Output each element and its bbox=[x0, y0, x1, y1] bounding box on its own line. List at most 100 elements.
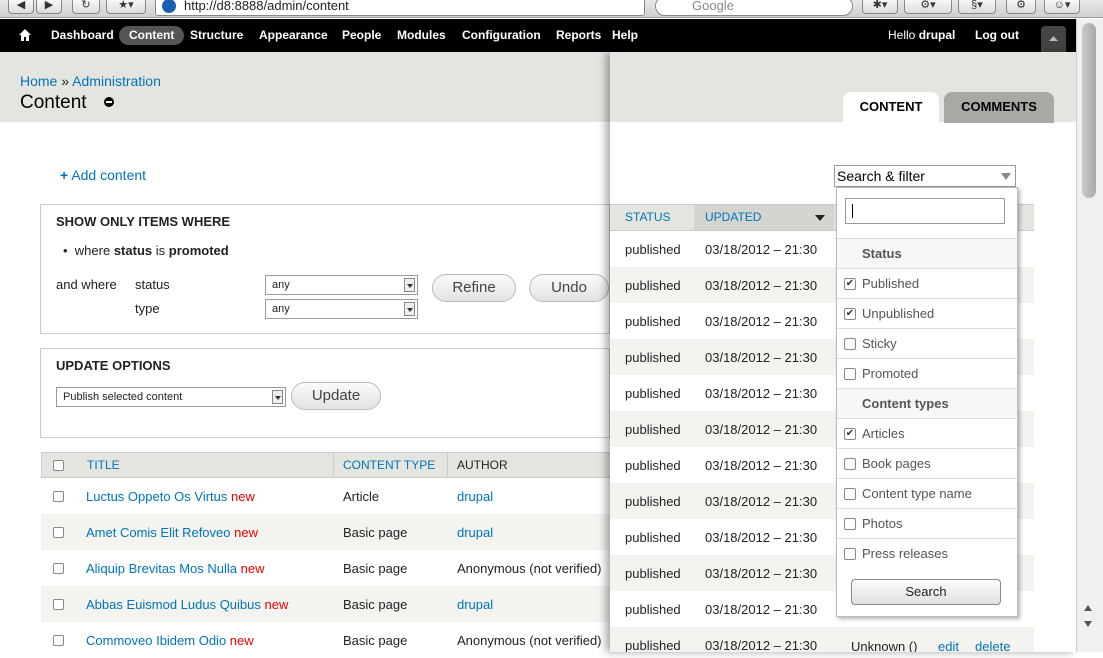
refine-button[interactable]: Refine bbox=[432, 274, 516, 302]
logout-link[interactable]: Log out bbox=[975, 26, 1019, 45]
bookmark-star-icon[interactable]: ★▾ bbox=[106, 0, 146, 14]
filter-option-label: Sticky bbox=[862, 336, 897, 351]
toolbar-appearance[interactable]: Appearance bbox=[259, 26, 328, 45]
row-updated: 03/18/2012 – 21:30 bbox=[705, 566, 818, 581]
toolbar-modules[interactable]: Modules bbox=[397, 26, 446, 45]
url-bar[interactable]: http://d8:8888/admin/content bbox=[155, 0, 645, 16]
content-types-group-heading: Content types bbox=[837, 388, 1017, 418]
row-checkbox[interactable] bbox=[53, 563, 64, 574]
row-status: published bbox=[625, 566, 681, 581]
tab-comments[interactable]: COMMENTS bbox=[944, 92, 1054, 123]
shortcuts-toggle[interactable] bbox=[1041, 26, 1066, 52]
undo-button[interactable]: Undo bbox=[529, 274, 609, 302]
plus-icon: + bbox=[60, 167, 69, 183]
row-title-link[interactable]: Amet Comis Elit Refoveo bbox=[86, 525, 231, 540]
row-title-link[interactable]: Aliquip Brevitas Mos Nulla bbox=[86, 561, 237, 576]
back-button[interactable]: ◀ bbox=[8, 0, 34, 14]
row-title-link[interactable]: Abbas Euismod Ludus Quibus bbox=[86, 597, 261, 612]
toolbar-configuration[interactable]: Configuration bbox=[462, 26, 541, 45]
row-edit-link[interactable]: edit bbox=[938, 639, 959, 652]
row-checkbox[interactable] bbox=[53, 527, 64, 538]
checkbox-icon[interactable] bbox=[844, 458, 856, 470]
remove-shortcut-icon[interactable] bbox=[104, 97, 114, 107]
updated-column-header[interactable]: UPDATED bbox=[705, 210, 761, 224]
row-updated: 03/18/2012 – 21:30 bbox=[705, 638, 818, 652]
home-icon[interactable] bbox=[18, 28, 32, 42]
breadcrumb-home[interactable]: Home bbox=[20, 73, 57, 89]
select-all-checkbox[interactable] bbox=[53, 460, 64, 471]
status-column-header[interactable]: STATUS bbox=[625, 210, 671, 224]
type-filter-label: type bbox=[135, 301, 160, 316]
row-content-type: Basic page bbox=[343, 597, 408, 612]
filter-option-label: Press releases bbox=[862, 546, 948, 561]
row-author-link[interactable]: drupal bbox=[457, 525, 493, 540]
search-button[interactable]: Search bbox=[851, 579, 1001, 605]
reload-button[interactable]: ↻ bbox=[72, 0, 100, 14]
forward-button[interactable]: ▶ bbox=[36, 0, 62, 14]
scroll-down-icon[interactable] bbox=[1084, 621, 1092, 627]
new-marker: new bbox=[229, 633, 254, 648]
toolbar-structure[interactable]: Structure bbox=[190, 26, 243, 45]
checkbox-icon[interactable] bbox=[844, 368, 856, 380]
checkbox-checked-icon[interactable]: ✔ bbox=[844, 428, 856, 440]
row-checkbox[interactable] bbox=[53, 599, 64, 610]
filter-option-label: Content type name bbox=[862, 486, 972, 501]
profile-icon[interactable]: ☺▾ bbox=[1044, 0, 1080, 14]
filter-option-press-releases[interactable]: Press releases bbox=[837, 538, 1017, 568]
page-scrollbar[interactable] bbox=[1076, 19, 1103, 652]
row-author-link[interactable]: drupal bbox=[457, 489, 493, 504]
add-content-label[interactable]: Add content bbox=[71, 167, 146, 183]
title-column-header[interactable]: TITLE bbox=[87, 458, 120, 472]
filter-option-articles[interactable]: ✔ Articles bbox=[837, 418, 1017, 448]
row-delete-link[interactable]: delete bbox=[975, 639, 1010, 652]
search-filter-select[interactable]: Search & filter bbox=[834, 165, 1016, 187]
scroll-up-icon[interactable] bbox=[1084, 605, 1092, 611]
toolbar-people[interactable]: People bbox=[342, 26, 381, 45]
checkbox-icon[interactable] bbox=[844, 548, 856, 560]
filter-option-book-pages[interactable]: Book pages bbox=[837, 448, 1017, 478]
developer-tools-icon[interactable]: ⚙▾ bbox=[904, 0, 952, 14]
row-title-link[interactable]: Luctus Oppeto Os Virtus bbox=[86, 489, 227, 504]
checkbox-icon[interactable] bbox=[844, 488, 856, 500]
status-filter-select[interactable]: any bbox=[265, 275, 418, 295]
update-button[interactable]: Update bbox=[291, 382, 381, 410]
toolbar-extension-icon[interactable]: ✱▾ bbox=[862, 0, 898, 14]
filter-option-label: Articles bbox=[862, 426, 905, 441]
checkbox-checked-icon[interactable]: ✔ bbox=[844, 308, 856, 320]
toolbar-reports[interactable]: Reports bbox=[556, 26, 601, 45]
and-where-label: and where bbox=[56, 277, 117, 292]
row-content-type: Article bbox=[343, 489, 380, 504]
search-filter-input[interactable] bbox=[845, 198, 1005, 224]
scrollbar-thumb[interactable] bbox=[1082, 23, 1096, 198]
current-filter-field: status bbox=[113, 243, 153, 258]
filter-option-unpublished[interactable]: ✔ Unpublished bbox=[837, 298, 1017, 328]
checkbox-checked-icon[interactable]: ✔ bbox=[844, 278, 856, 290]
add-content-link[interactable]: + Add content bbox=[60, 167, 146, 183]
breadcrumb-administration[interactable]: Administration bbox=[72, 73, 161, 89]
filter-option-promoted[interactable]: Promoted bbox=[837, 358, 1017, 388]
style-tools-icon[interactable]: §▾ bbox=[958, 0, 996, 14]
greeting-username[interactable]: drupal bbox=[919, 28, 956, 42]
toolbar-content[interactable]: Content bbox=[119, 26, 185, 45]
row-checkbox[interactable] bbox=[53, 635, 64, 646]
filter-option-sticky[interactable]: Sticky bbox=[837, 328, 1017, 358]
update-operation-select[interactable]: Publish selected content bbox=[56, 387, 286, 407]
addon-icon[interactable]: ⚙ bbox=[1006, 0, 1036, 14]
new-marker: new bbox=[240, 561, 265, 576]
toolbar-help[interactable]: Help bbox=[612, 26, 638, 45]
toolbar-dashboard[interactable]: Dashboard bbox=[51, 26, 114, 45]
row-author-link[interactable]: drupal bbox=[457, 597, 493, 612]
row-checkbox[interactable] bbox=[53, 491, 64, 502]
filter-option-photos[interactable]: Photos bbox=[837, 508, 1017, 538]
table-row: Amet Comis Elit Refoveo new Basic page d… bbox=[41, 514, 611, 550]
content-type-column-header[interactable]: CONTENT TYPE bbox=[343, 458, 435, 472]
browser-search-input[interactable]: Google bbox=[655, 0, 853, 16]
checkbox-icon[interactable] bbox=[844, 518, 856, 530]
checkbox-icon[interactable] bbox=[844, 338, 856, 350]
type-filter-select[interactable]: any bbox=[265, 299, 418, 319]
filter-option-content-type-name[interactable]: Content type name bbox=[837, 478, 1017, 508]
row-title-link[interactable]: Commoveo Ibidem Odio bbox=[86, 633, 226, 648]
filter-option-published[interactable]: ✔ Published bbox=[837, 268, 1017, 298]
tab-content[interactable]: CONTENT bbox=[843, 92, 939, 123]
table-row: Commoveo Ibidem Odio new Basic page Anon… bbox=[41, 622, 611, 658]
